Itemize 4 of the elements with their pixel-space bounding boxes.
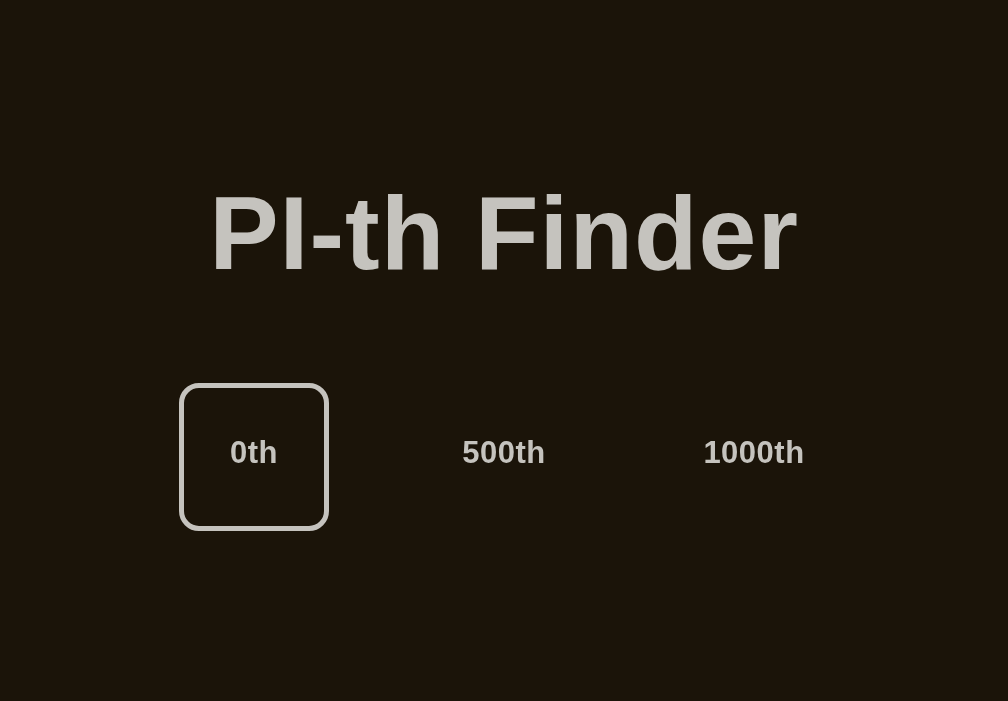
option-button[interactable]: 0th — [179, 383, 329, 531]
option-button[interactable]: 1000th — [679, 383, 829, 531]
option-button[interactable]: 500th — [429, 383, 579, 531]
app-title: PI-th Finder — [209, 181, 799, 285]
